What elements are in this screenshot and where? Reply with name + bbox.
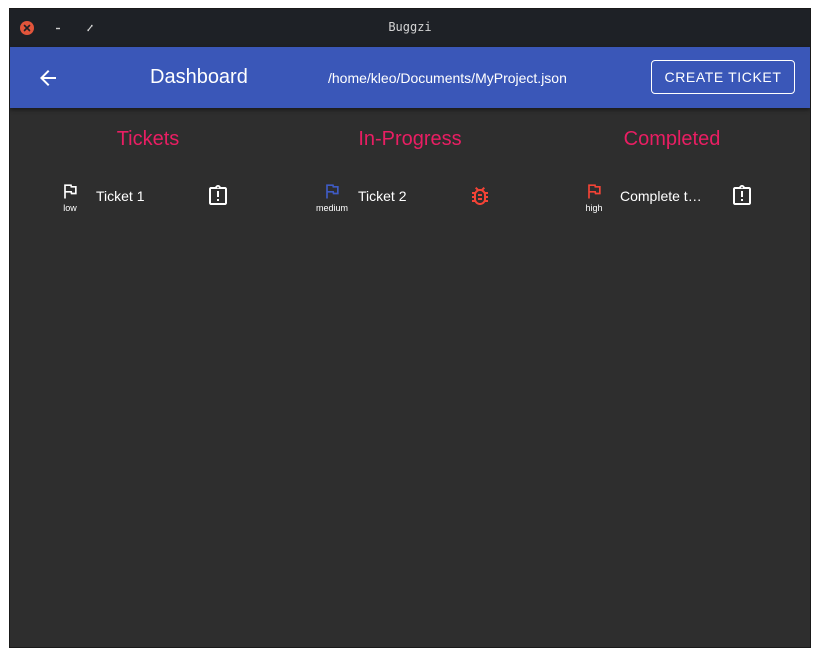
back-button[interactable] <box>36 66 60 90</box>
clipboard-alert-icon <box>733 185 751 205</box>
flag-icon <box>64 184 77 199</box>
title-bar: Buggzi <box>10 9 810 47</box>
priority-label: medium <box>315 203 348 213</box>
column-title-tickets: Tickets <box>116 128 180 150</box>
ticket-name: Complete t… <box>620 188 702 204</box>
page-title: Dashboard <box>150 66 248 88</box>
ticket-name: Ticket 1 <box>96 188 145 204</box>
app-bar: Dashboard /home/kleo/Documents/MyProject… <box>10 47 810 108</box>
column-title-in-progress: In-Progress <box>358 128 462 150</box>
priority-label: high <box>585 203 603 213</box>
bug-icon <box>472 187 488 205</box>
ticket-name: Ticket 2 <box>358 188 407 204</box>
flag-icon <box>326 184 339 199</box>
ticket-card[interactable]: high Complete t… <box>584 177 784 217</box>
flag-icon <box>588 184 601 199</box>
ticket-card[interactable]: low Ticket 1 <box>60 177 260 217</box>
app-window: Buggzi Dashboard /home/kleo/Documents/My… <box>9 8 811 648</box>
ticket-card[interactable]: medium Ticket 2 <box>316 177 522 217</box>
priority-label: low <box>63 203 77 213</box>
window-title: Buggzi <box>388 20 432 34</box>
create-ticket-button[interactable]: CREATE TICKET <box>651 60 795 94</box>
clipboard-alert-icon <box>209 185 227 205</box>
arrow-left-icon <box>40 70 56 86</box>
column-title-completed: Completed <box>623 128 721 150</box>
project-path: /home/kleo/Documents/MyProject.json <box>328 70 567 86</box>
